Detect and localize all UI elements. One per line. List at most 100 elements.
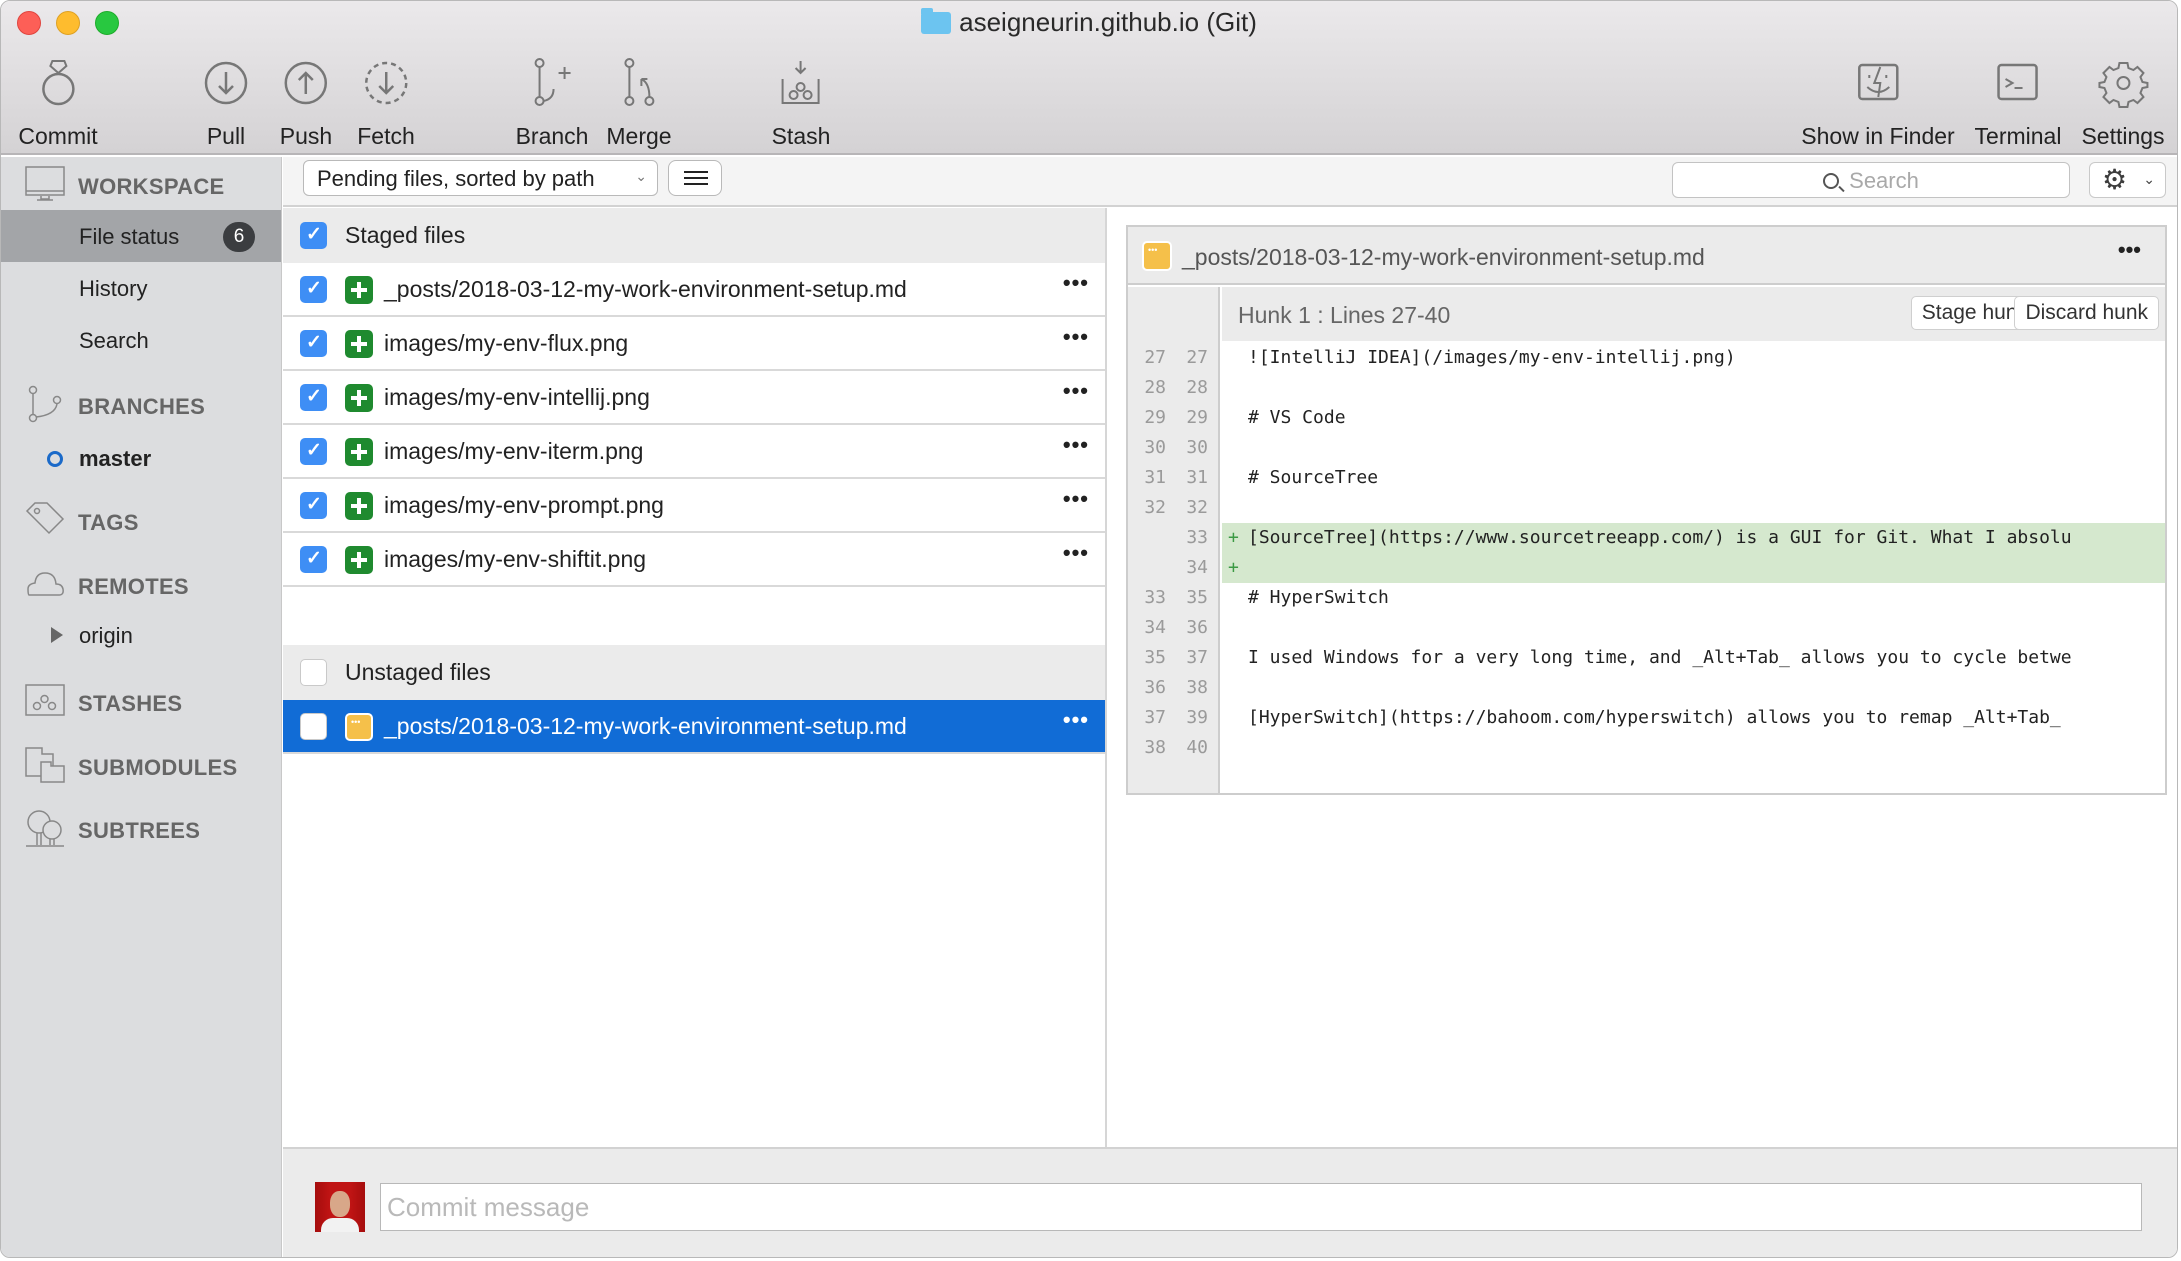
new-line-number: 40 [1186, 737, 1208, 758]
sidebar-section-remotes[interactable]: REMOTES [1, 565, 281, 605]
window-title-text: aseigneurin.github.io (Git) [959, 7, 1257, 37]
commit-message-input[interactable] [380, 1183, 2142, 1231]
more-options-icon[interactable]: ••• [1063, 324, 1089, 350]
diff-line-context[interactable]: 32 32 [1128, 493, 2165, 523]
file-row[interactable]: images/my-env-flux.png ••• [283, 317, 1105, 371]
push-arrow-up-icon [284, 61, 328, 105]
merge-icon [623, 58, 654, 106]
file-checkbox[interactable] [300, 492, 327, 519]
show-in-finder-button[interactable]: Show in Finder [1801, 57, 1955, 150]
code-text: ![IntelliJ IDEA](/images/my-env-intellij… [1248, 347, 1736, 368]
diff-line-context[interactable]: 37 39 [HyperSwitch](https://bahoom.com/hyp… [1128, 703, 2165, 733]
terminal-button[interactable]: Terminal [1975, 57, 2061, 150]
diff-line-context[interactable]: 30 30 [1128, 433, 2165, 463]
old-line-number: 29 [1144, 407, 1166, 428]
diff-line-context[interactable]: 34 36 [1128, 613, 2165, 643]
sidebar-section-branches[interactable]: BRANCHES [1, 385, 281, 425]
fetch-button[interactable]: Fetch [357, 57, 415, 150]
new-line-number: 37 [1186, 647, 1208, 668]
more-options-icon[interactable]: ••• [1063, 707, 1089, 733]
commit-button[interactable]: Commit [18, 57, 98, 150]
disclosure-triangle-icon[interactable] [51, 627, 63, 643]
more-options-icon[interactable]: ••• [1063, 486, 1089, 512]
diff-line-context[interactable]: 27 27 ![IntelliJ IDEA](/images/my-env-inte… [1128, 343, 2165, 373]
file-row[interactable]: images/my-env-prompt.png ••• [283, 479, 1105, 533]
old-line-number: 33 [1144, 587, 1166, 608]
settings-label: Settings [2081, 123, 2165, 149]
diff-line-context[interactable]: 29 29 # VS Code [1128, 403, 2165, 433]
staged-select-all-checkbox[interactable] [300, 222, 327, 249]
view-mode-value: Pending files, sorted by path [317, 166, 595, 191]
new-line-number: 33 [1186, 527, 1208, 548]
discard-hunk-button[interactable]: Discard hunk [2014, 296, 2159, 330]
file-row[interactable]: _posts/2018-03-12-my-work-environment-se… [283, 700, 1105, 754]
more-options-icon[interactable]: ••• [1063, 432, 1089, 458]
file-checkbox[interactable] [300, 276, 327, 303]
current-branch-indicator-icon [47, 451, 63, 467]
sidebar-item-search[interactable]: Search [1, 314, 281, 366]
new-line-number: 36 [1186, 617, 1208, 638]
unstaged-select-all-checkbox[interactable] [300, 659, 327, 686]
more-options-icon[interactable]: ••• [1063, 270, 1089, 296]
sidebar-section-submodules[interactable]: SUBMODULES [1, 746, 281, 786]
sidebar-section-tags[interactable]: TAGS [1, 501, 281, 541]
diff-file-header: _posts/2018-03-12-my-work-environment-se… [1128, 227, 2165, 285]
pull-button[interactable]: Pull [200, 57, 252, 150]
options-gear-dropdown[interactable]: ⚙ ⌄ [2089, 162, 2166, 198]
diff-line-added[interactable]: 33 + [SourceTree](https://www.sourcetreeap… [1128, 523, 2165, 553]
file-status-count-badge: 6 [223, 222, 255, 252]
sidebar-section-workspace[interactable]: WORKSPACE [1, 165, 281, 205]
file-row[interactable]: images/my-env-shiftit.png ••• [283, 533, 1105, 587]
file-checkbox[interactable] [300, 438, 327, 465]
diff-line-context[interactable]: 35 37 I used Windows for a very long time,… [1128, 643, 2165, 673]
search-input[interactable]: Search [1672, 162, 2070, 198]
new-line-number: 38 [1186, 677, 1208, 698]
stash-button[interactable]: Stash [772, 57, 830, 150]
diff-line-context[interactable]: 36 38 [1128, 673, 2165, 703]
branch-label: Branch [515, 123, 589, 149]
merge-button[interactable]: Merge [606, 57, 672, 150]
file-checkbox[interactable] [300, 546, 327, 573]
merge-label: Merge [606, 123, 672, 149]
unstaged-files-header: Unstaged files [283, 645, 1105, 700]
list-view-toggle-button[interactable] [668, 160, 722, 196]
sidebar-item-remote-origin[interactable]: origin [1, 609, 281, 661]
sidebar-item-history[interactable]: History [1, 262, 281, 314]
file-name: _posts/2018-03-12-my-work-environment-se… [384, 276, 907, 302]
diff-line-context[interactable]: 33 35 # HyperSwitch [1128, 583, 2165, 613]
diff-line-context[interactable]: 31 31 # SourceTree [1128, 463, 2165, 493]
more-options-icon[interactable]: ••• [1063, 378, 1089, 404]
sidebar-item-file-status[interactable]: File status 6 [1, 210, 281, 262]
sidebar-section-stashes[interactable]: STASHES [1, 682, 281, 722]
file-row[interactable]: images/my-env-intellij.png ••• [283, 371, 1105, 425]
workspace-label: WORKSPACE [78, 174, 225, 199]
diff-line-context[interactable]: 38 40 [1128, 733, 2165, 763]
push-button[interactable]: Push [280, 57, 332, 150]
stashes-label: STASHES [78, 691, 183, 716]
push-label: Push [279, 123, 333, 149]
diff-line-context[interactable]: 28 28 [1128, 373, 2165, 403]
user-avatar [315, 1182, 365, 1232]
modified-status-icon [1142, 241, 1172, 271]
stash-box-icon [781, 61, 820, 104]
show-in-finder-label: Show in Finder [1801, 123, 1955, 149]
added-status-icon [345, 546, 373, 574]
file-checkbox[interactable] [300, 713, 327, 740]
branch-icon [535, 58, 571, 106]
workspace-monitor-icon [25, 166, 65, 201]
view-mode-select[interactable]: Pending files, sorted by path ⌄ [303, 160, 658, 196]
diff-line-added[interactable]: 34 + [1128, 553, 2165, 583]
more-options-icon[interactable]: ••• [1063, 540, 1089, 566]
file-checkbox[interactable] [300, 330, 327, 357]
more-options-icon[interactable]: ••• [2118, 237, 2141, 263]
new-line-number: 39 [1186, 707, 1208, 728]
file-row[interactable]: _posts/2018-03-12-my-work-environment-se… [283, 263, 1105, 317]
fetch-dashed-arrow-icon [364, 61, 408, 105]
sidebar-section-subtrees[interactable]: SUBTREES [1, 809, 281, 849]
settings-button[interactable]: Settings [2081, 57, 2165, 150]
branch-button[interactable]: Branch [515, 57, 589, 150]
old-line-number: 32 [1144, 497, 1166, 518]
file-checkbox[interactable] [300, 384, 327, 411]
sidebar-item-branch-master[interactable]: master [1, 432, 281, 484]
file-row[interactable]: images/my-env-iterm.png ••• [283, 425, 1105, 479]
